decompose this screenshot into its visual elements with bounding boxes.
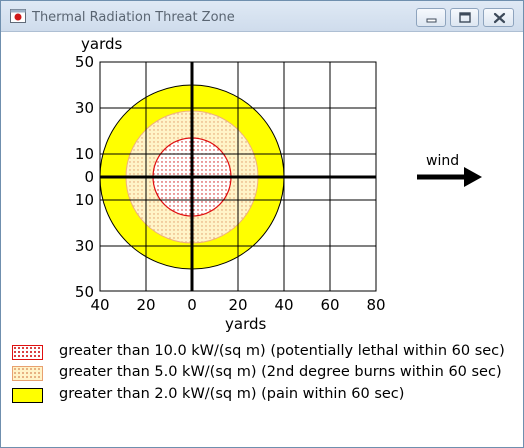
legend-swatch-orange	[12, 366, 43, 381]
y-tick-label: 30	[75, 99, 94, 117]
x-tick-label: 20	[228, 296, 247, 314]
x-axis-label: yards	[225, 315, 266, 332]
wind-label: wind	[426, 153, 459, 169]
legend: greater than 10.0 kW/(sq m) (potentially…	[1, 337, 517, 417]
legend-swatch-red	[12, 345, 43, 360]
legend-label: greater than 5.0 kW/(sq m) (2nd degree b…	[59, 364, 502, 380]
wind-arrow-icon	[417, 167, 482, 187]
threat-zone-plot: yards yards 50 30 10 0 10 30 50 40 20 0 …	[75, 35, 482, 332]
x-tick-label: 80	[366, 296, 385, 314]
window-title: Thermal Radiation Threat Zone	[32, 10, 235, 25]
x-tick-label: 20	[136, 296, 155, 314]
maximize-button[interactable]	[450, 8, 479, 27]
legend-swatch-yellow	[12, 388, 43, 403]
x-tick-label: 60	[320, 296, 339, 314]
x-tick-label: 40	[90, 296, 109, 314]
minimize-icon	[426, 18, 437, 23]
y-tick-label: 50	[75, 53, 94, 71]
maximize-icon	[459, 12, 471, 23]
legend-label: greater than 10.0 kW/(sq m) (potentially…	[59, 343, 505, 359]
legend-label: greater than 2.0 kW/(sq m) (pain within …	[59, 386, 405, 402]
app-icon	[10, 9, 26, 23]
y-tick-label: 0	[84, 168, 94, 186]
title-bar[interactable]: Thermal Radiation Threat Zone	[1, 1, 523, 32]
y-tick-label: 10	[75, 191, 94, 209]
app-window: Thermal Radiation Threat Zone yards yard…	[0, 0, 524, 448]
minimize-button[interactable]	[416, 8, 446, 27]
y-tick-label: 30	[75, 237, 94, 255]
y-axis-label: yards	[81, 35, 122, 53]
close-icon	[493, 12, 506, 24]
x-tick-label: 0	[187, 296, 197, 314]
y-tick-label: 10	[75, 145, 94, 163]
close-button[interactable]	[483, 8, 514, 27]
x-tick-label: 40	[274, 296, 293, 314]
